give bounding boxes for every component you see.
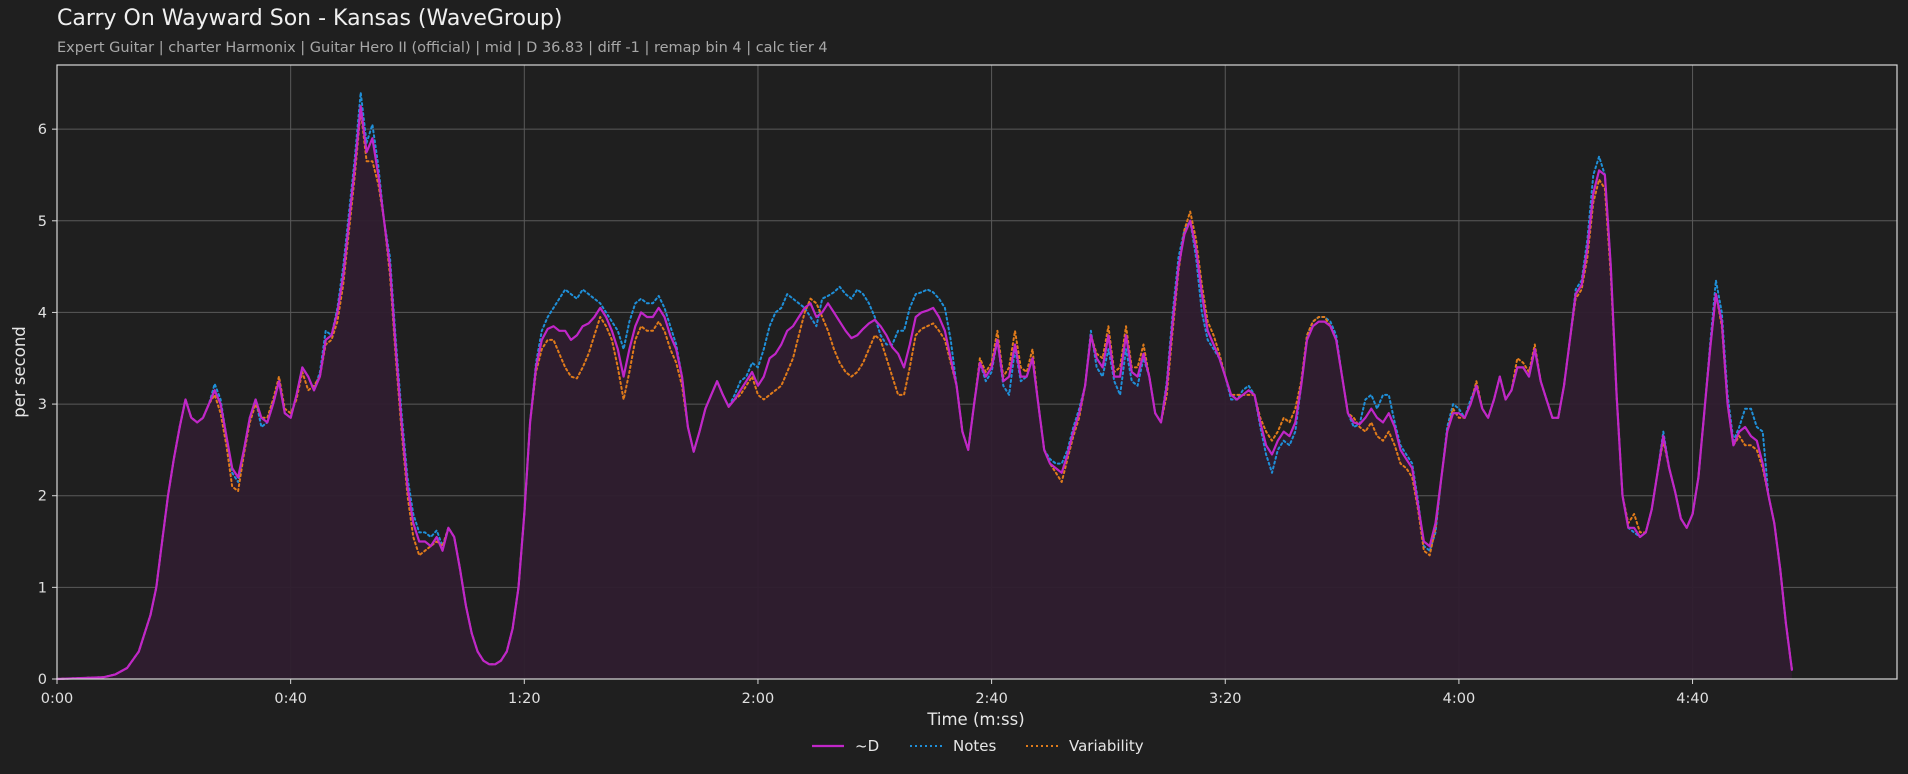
x-tick-label: 0:40 [274,691,307,707]
x-tick-label: 3:20 [1209,691,1242,707]
x-tick-label: 4:40 [1676,691,1709,707]
x-tick-label: 4:00 [1443,691,1476,707]
x-tick-label: 2:00 [742,691,775,707]
line-chart: 0:00 0:40 1:20 2:00 2:40 3:20 4:00 4:40 0 1 2 3 4 5 6… [10,64,1898,755]
y-tick-label: 5 [38,214,47,230]
y-tick-label: 3 [38,397,47,413]
x-tick-label: 0:00 [41,691,74,707]
x-tick-label: 1:20 [508,691,541,707]
legend: ~D Notes Variability [812,737,1144,755]
legend-label: Variability [1069,737,1144,755]
y-tick-label: 2 [38,489,47,505]
y-tick-label: 4 [38,305,47,321]
x-axis-label: Time (m:ss) [926,710,1024,729]
y-axis: 0 1 2 3 4 5 6 [38,122,57,688]
legend-label: ~D [855,737,879,755]
x-axis: 0:00 0:40 1:20 2:00 2:40 3:20 4:00 4:40 [41,679,1709,707]
legend-label: Notes [953,737,997,755]
y-tick-label: 1 [38,580,47,596]
y-axis-label: per second [10,326,29,418]
y-tick-label: 0 [38,672,47,688]
x-tick-label: 2:40 [975,691,1008,707]
y-tick-label: 6 [38,122,47,138]
